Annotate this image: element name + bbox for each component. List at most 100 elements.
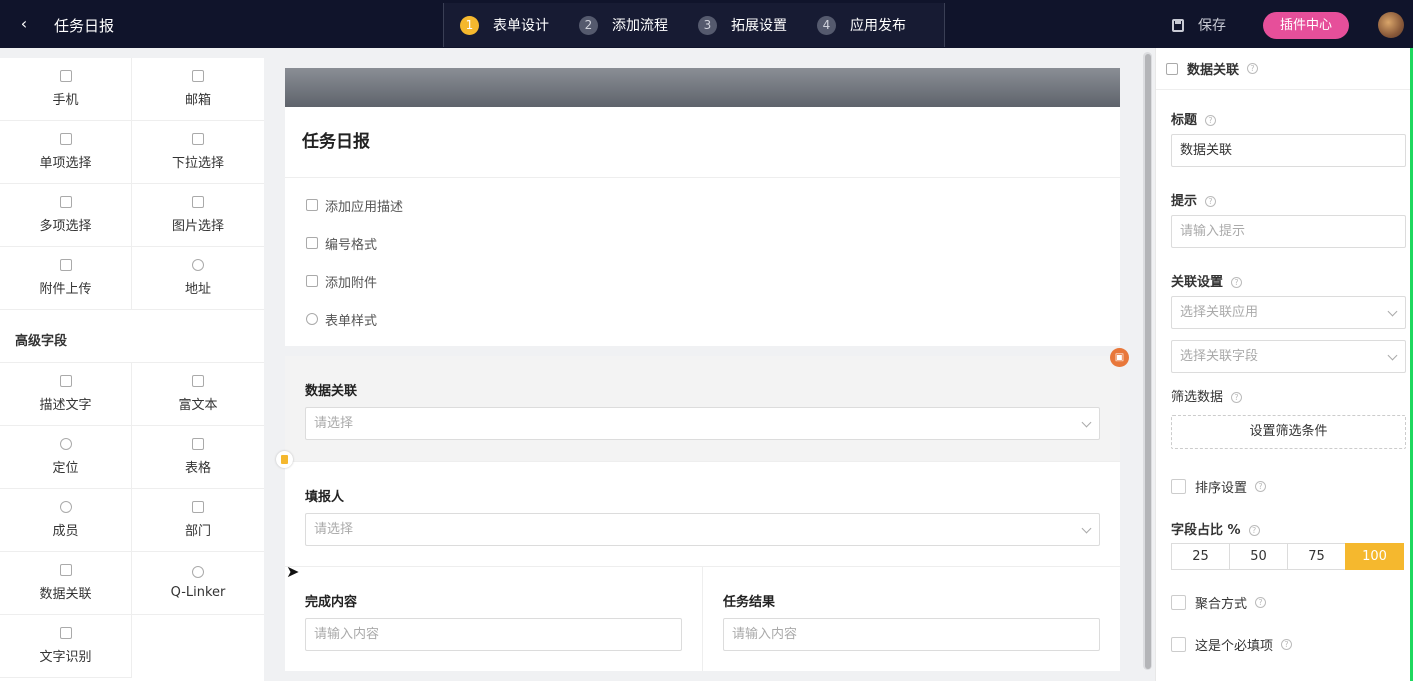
- add-attachment-option[interactable]: 添加附件: [285, 262, 1120, 300]
- field-address[interactable]: 地址: [132, 247, 264, 310]
- required-checkbox[interactable]: [1171, 637, 1186, 652]
- help-icon[interactable]: ?: [1248, 525, 1260, 536]
- step-number: 1: [460, 15, 479, 35]
- content-input[interactable]: 请输入内容: [305, 618, 682, 651]
- form-fields: 数据关联 请选择 填报人 请选择 完成内容 请输入内容 任务结果 请输入内容: [285, 356, 1120, 671]
- hint-input[interactable]: 请输入提示: [1171, 215, 1406, 248]
- comment-icon: [306, 199, 318, 211]
- number-format-option[interactable]: 编号格式: [285, 224, 1120, 262]
- field-table[interactable]: 表格: [132, 426, 264, 489]
- link-settings-label: 关联设置?: [1171, 271, 1243, 290]
- field-geolocation[interactable]: 定位: [0, 426, 132, 489]
- field-dropdown[interactable]: 下拉选择: [132, 121, 264, 184]
- copy-icon[interactable]: [276, 451, 293, 468]
- field-result-block[interactable]: 任务结果 请输入内容: [703, 566, 1120, 671]
- rich-text-icon: [192, 375, 204, 387]
- form-banner[interactable]: [285, 68, 1120, 107]
- field-image-choice[interactable]: 图片选择: [132, 184, 264, 247]
- canvas-scrollbar-thumb[interactable]: [1145, 54, 1151, 669]
- phone-icon: [59, 70, 72, 82]
- link-field-select[interactable]: 选择关联字段: [1171, 340, 1406, 373]
- ratio-50-button[interactable]: 50: [1229, 543, 1288, 570]
- share-icon: [192, 566, 204, 578]
- step-publish[interactable]: 4 应用发布: [817, 15, 906, 35]
- ratio-25-button[interactable]: 25: [1171, 543, 1230, 570]
- data-link-icon: [59, 564, 72, 576]
- help-icon[interactable]: ?: [1281, 639, 1293, 650]
- basic-fields-card: 手机 邮箱 单项选择 下拉选择 多项选择 图片选择 附件上传 地址: [0, 58, 264, 358]
- field-reporter-block[interactable]: 填报人 请选择: [285, 461, 1120, 566]
- text-lines-icon: [59, 375, 72, 387]
- field-label: 任务结果: [723, 595, 776, 610]
- plugin-center-button[interactable]: 插件中心: [1263, 12, 1349, 39]
- link-app-select[interactable]: 选择关联应用: [1171, 296, 1406, 329]
- field-label: 完成内容: [305, 595, 358, 610]
- sort-setting-row[interactable]: 排序设置?: [1171, 477, 1267, 496]
- add-description-option[interactable]: 添加应用描述: [285, 186, 1120, 224]
- field-multi-choice[interactable]: 多项选择: [0, 184, 132, 247]
- ratio-100-button[interactable]: 100: [1345, 543, 1404, 570]
- chevron-down-icon: [1081, 417, 1092, 428]
- result-input[interactable]: 请输入内容: [723, 618, 1100, 651]
- avatar[interactable]: [1378, 12, 1404, 38]
- form-style-option[interactable]: 表单样式: [285, 300, 1120, 338]
- step-label: 应用发布: [850, 18, 906, 34]
- field-content-block[interactable]: 完成内容 请输入内容: [285, 566, 703, 671]
- title-label: 标题?: [1171, 109, 1217, 128]
- filter-label: 筛选数据?: [1171, 386, 1243, 405]
- field-rich-text[interactable]: 富文本: [132, 363, 264, 426]
- help-icon[interactable]: ?: [1255, 481, 1267, 492]
- ocr-icon: [59, 627, 72, 639]
- field-phone[interactable]: 手机: [0, 58, 132, 121]
- data-link-select[interactable]: 请选择: [305, 407, 1100, 440]
- field-q-linker[interactable]: Q-Linker: [132, 552, 264, 615]
- field-department[interactable]: 部门: [132, 489, 264, 552]
- mail-icon: [192, 70, 204, 82]
- title-input[interactable]: 数据关联: [1171, 134, 1406, 167]
- ratio-75-button[interactable]: 75: [1287, 543, 1346, 570]
- mouse-cursor-icon: ➤: [286, 562, 300, 581]
- save-icon: [1172, 18, 1184, 32]
- attachment-icon: [306, 275, 318, 287]
- location-pin-icon: [192, 259, 204, 271]
- set-filter-button[interactable]: 设置筛选条件: [1171, 415, 1406, 449]
- data-link-icon: [1166, 62, 1178, 75]
- field-single-choice[interactable]: 单项选择: [0, 121, 132, 184]
- help-icon[interactable]: ?: [1231, 392, 1243, 403]
- save-button[interactable]: 保存: [1172, 15, 1226, 35]
- field-label: 数据关联: [305, 384, 358, 399]
- field-email[interactable]: 邮箱: [132, 58, 264, 121]
- aggregate-row[interactable]: 聚合方式?: [1171, 593, 1267, 612]
- help-icon[interactable]: ?: [1205, 196, 1217, 207]
- back-icon[interactable]: ‹: [14, 14, 34, 34]
- reporter-select[interactable]: 请选择: [305, 513, 1100, 546]
- required-row[interactable]: 这是个必填项?: [1171, 635, 1293, 654]
- aggregate-checkbox[interactable]: [1171, 595, 1186, 610]
- help-icon[interactable]: ?: [1205, 115, 1217, 126]
- sort-checkbox[interactable]: [1171, 479, 1186, 494]
- help-icon[interactable]: ?: [1247, 63, 1259, 74]
- field-data-link[interactable]: 数据关联: [0, 552, 132, 615]
- image-icon: [192, 196, 204, 208]
- checkbox-icon: [59, 196, 72, 208]
- field-data-link-block[interactable]: 数据关联 请选择: [285, 356, 1120, 461]
- user-icon: [59, 501, 72, 513]
- step-number: 3: [698, 15, 717, 35]
- table-icon: [192, 438, 204, 450]
- field-attachment[interactable]: 附件上传: [0, 247, 132, 310]
- help-icon[interactable]: ?: [1255, 597, 1267, 608]
- field-member[interactable]: 成员: [0, 489, 132, 552]
- radio-icon: [59, 133, 72, 145]
- step-form-design[interactable]: 1 表单设计: [460, 15, 549, 35]
- top-bar: ‹ 任务日报 1 表单设计 2 添加流程 3 拓展设置 4 应用发布 保存 插件…: [0, 0, 1413, 48]
- field-ocr[interactable]: 文字识别: [0, 615, 132, 678]
- trash-icon[interactable]: ▣: [1110, 348, 1129, 367]
- field-description[interactable]: 描述文字: [0, 363, 132, 426]
- form-header-card: 任务日报 添加应用描述 编号格式 添加附件 表单样式: [285, 68, 1120, 346]
- help-icon[interactable]: ?: [1231, 277, 1243, 288]
- step-extend-settings[interactable]: 3 拓展设置: [698, 15, 787, 35]
- step-number: 2: [579, 15, 598, 35]
- number-format-icon: [306, 237, 318, 249]
- form-title[interactable]: 任务日报: [285, 107, 1120, 178]
- step-add-flow[interactable]: 2 添加流程: [579, 15, 668, 35]
